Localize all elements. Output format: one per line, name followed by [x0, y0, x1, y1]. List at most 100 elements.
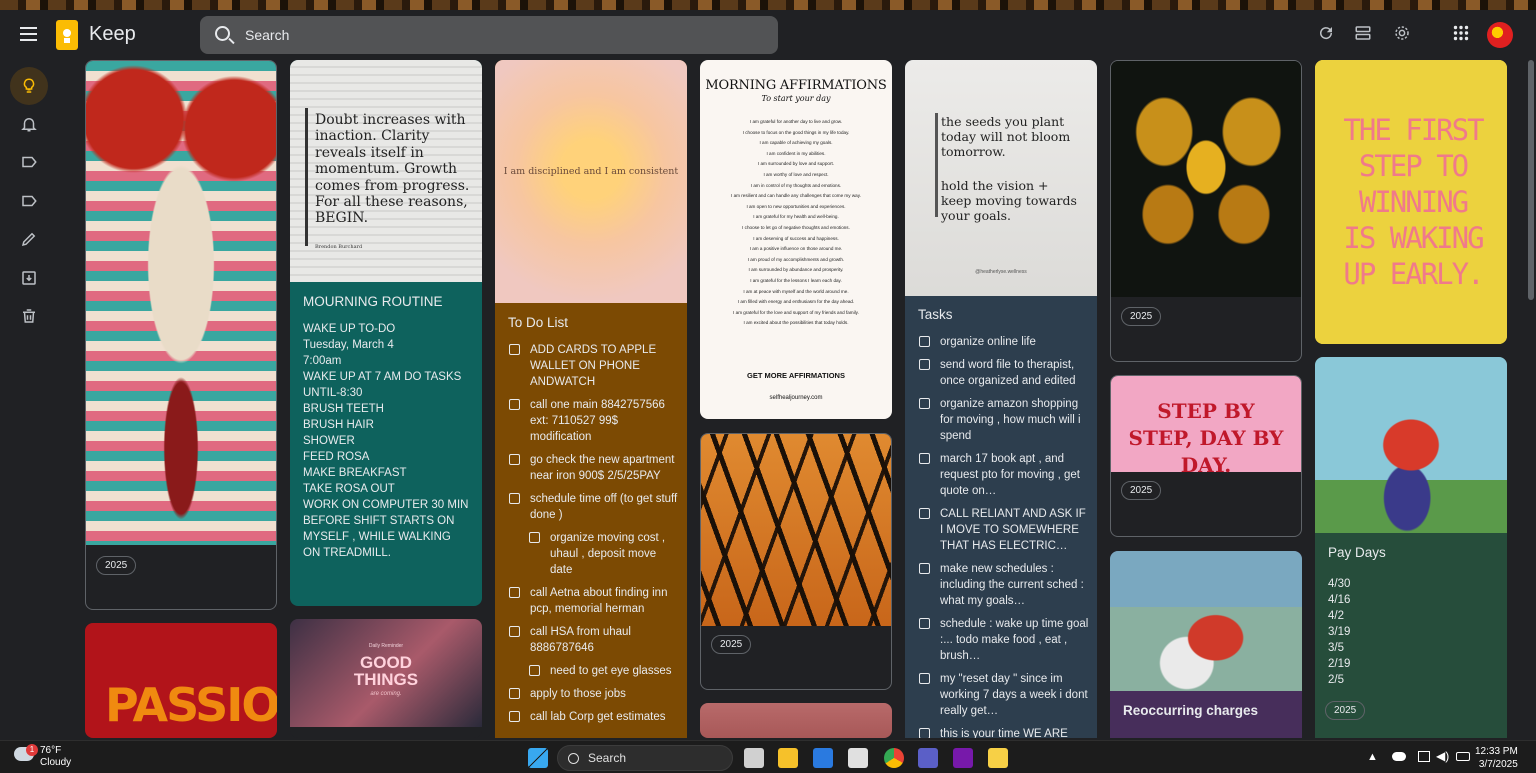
label-chip[interactable]: 2025	[1121, 481, 1162, 500]
checkbox[interactable]	[919, 398, 930, 409]
checkbox[interactable]	[509, 711, 520, 722]
checklist-item[interactable]: CALL RELIANT AND ASK IF I MOVE TO SOMEWH…	[913, 506, 1089, 554]
note-body: WAKE UP TO-DO Tuesday, March 4 7:00am WA…	[303, 323, 469, 559]
label-chip[interactable]: 2025	[1325, 701, 1366, 720]
note-card-todo-list[interactable]: I am disciplined and I am consistent To …	[495, 60, 687, 738]
checkbox[interactable]	[509, 344, 520, 355]
checklist-item[interactable]: call lab Corp get estimates	[503, 709, 679, 725]
affirmation-line: I am open to new opportunities and exper…	[746, 203, 846, 209]
checklist-item[interactable]: organize online life	[913, 334, 1089, 350]
label-chip[interactable]: 2025	[1121, 307, 1162, 326]
note-card-step-by-step[interactable]: STEP BY STEP, DAY BY DAY. 2025	[1110, 375, 1302, 537]
checkbox[interactable]	[919, 618, 930, 629]
checklist-item[interactable]: call HSA from uhaul 8886787646	[503, 624, 679, 656]
checkbox[interactable]	[919, 359, 930, 370]
checkbox[interactable]	[529, 532, 540, 543]
checklist-item[interactable]: my "reset day " since im working 7 days …	[913, 671, 1089, 719]
checkbox[interactable]	[509, 454, 520, 465]
checkbox[interactable]	[509, 626, 520, 637]
checkbox[interactable]	[509, 587, 520, 598]
sidebar-edit-labels-pencil-icon[interactable]	[10, 220, 48, 258]
refresh-icon[interactable]	[1315, 24, 1337, 46]
image-text: PASSION	[105, 678, 277, 732]
account-avatar[interactable]	[1487, 22, 1513, 48]
display-icon[interactable]	[1418, 751, 1430, 762]
checklist-item[interactable]: apply to those jobs	[503, 686, 679, 702]
sidebar-reminders-bell-icon[interactable]	[10, 105, 48, 143]
checkbox[interactable]	[919, 673, 930, 684]
checklist-item[interactable]: send word file to therapist, once organi…	[913, 357, 1089, 389]
note-card-morning-affirmations[interactable]: MORNING AFFIRMATIONS To start your day I…	[700, 60, 892, 419]
onedrive-cloud-icon[interactable]	[1392, 752, 1406, 761]
checklist-item[interactable]: schedule time off (to get stuff done )	[503, 491, 679, 523]
search-bar[interactable]	[200, 16, 778, 54]
google-apps-icon[interactable]	[1450, 24, 1472, 46]
note-card-image-mask[interactable]: 2025	[85, 60, 277, 610]
checkbox[interactable]	[919, 453, 930, 464]
taskbar-search[interactable]: Search	[557, 745, 733, 771]
search-icon[interactable]	[215, 26, 230, 41]
note-title: MOURNING ROUTINE	[303, 294, 443, 309]
search-input[interactable]	[245, 16, 745, 54]
sidebar-label-icon[interactable]	[10, 143, 48, 181]
checklist-item[interactable]: call Aetna about finding inn pcp, memori…	[503, 585, 679, 617]
checklist-item[interactable]: organize amazon shopping for moving , ho…	[913, 396, 1089, 444]
checklist-item[interactable]: ADD CARDS TO APPLE WALLET ON PHONE ANDWA…	[503, 342, 679, 390]
note-card-first-step[interactable]: THE FIRST STEP TO WINNING IS WAKING UP E…	[1315, 60, 1507, 344]
chevron-up-icon[interactable]: ▲	[1367, 751, 1378, 763]
checkbox[interactable]	[509, 399, 520, 410]
checklist-item[interactable]: go check the new apartment near iron 900…	[503, 452, 679, 484]
checklist: ADD CARDS TO APPLE WALLET ON PHONE ANDWA…	[495, 342, 687, 725]
note-card-passion[interactable]: PASSION	[85, 623, 277, 738]
checkbox[interactable]	[509, 493, 520, 504]
note-card-orchid[interactable]: 2025	[1110, 60, 1302, 362]
file-explorer-icon[interactable]	[778, 748, 798, 768]
affirmation-line: I am grateful for the love and support o…	[733, 309, 859, 315]
chrome-icon[interactable]	[884, 748, 904, 768]
sidebar-trash-icon[interactable]	[10, 297, 48, 335]
teams-icon[interactable]	[918, 748, 938, 768]
start-windows-icon[interactable]	[528, 748, 548, 768]
checklist-item[interactable]: make new schedules : including the curre…	[913, 561, 1089, 609]
list-view-icon[interactable]	[1352, 24, 1374, 46]
app-title[interactable]: Keep	[89, 23, 136, 46]
checklist-item[interactable]: this is your time WE ARE	[913, 726, 1089, 738]
weather-widget[interactable]: 76°F Cloudy	[40, 745, 71, 769]
checklist-item[interactable]: march 17 book apt , and request pto for …	[913, 451, 1089, 499]
note-card-mourning-routine[interactable]: Doubt increases with inaction. Clarity r…	[290, 60, 482, 606]
microsoft-store-icon[interactable]	[813, 748, 833, 768]
sticky-notes-icon[interactable]	[988, 748, 1008, 768]
label-chip[interactable]: 2025	[711, 635, 752, 654]
settings-gear-icon[interactable]	[1391, 24, 1413, 46]
checklist-item[interactable]: schedule : wake up time goal :... todo m…	[913, 616, 1089, 664]
onenote-icon[interactable]	[953, 748, 973, 768]
checkbox[interactable]	[919, 728, 930, 738]
note-card-reoccurring-charges[interactable]: Reoccurring charges	[1110, 551, 1302, 738]
label-chip[interactable]: 2025	[96, 556, 137, 575]
checkbox[interactable]	[919, 508, 930, 519]
note-card-tasks[interactable]: the seeds you plant today will not bloom…	[905, 60, 1097, 738]
battery-icon[interactable]	[1456, 752, 1470, 761]
task-view-icon[interactable]	[744, 748, 764, 768]
checkbox[interactable]	[919, 336, 930, 347]
volume-icon[interactable]: ◀)	[1436, 749, 1449, 763]
sidebar-archive-icon[interactable]	[10, 259, 48, 297]
note-card-pink-image[interactable]	[700, 703, 892, 738]
checkbox[interactable]	[529, 665, 540, 676]
snipping-tool-icon[interactable]	[848, 748, 868, 768]
note-card-tiger-print[interactable]: 2025	[700, 433, 892, 690]
note-card-pay-days[interactable]: Pay Days 4/30 4/16 4/2 3/19 3/5 2/19 2/5…	[1315, 357, 1507, 738]
checklist-item[interactable]: need to get eye glasses	[503, 663, 679, 679]
system-clock[interactable]: 12:33 PM 3/7/2025	[1475, 745, 1518, 771]
checklist-item-text: schedule : wake up time goal :... todo m…	[940, 618, 1089, 662]
sidebar-label-icon-2[interactable]	[10, 182, 48, 220]
checkbox[interactable]	[509, 688, 520, 699]
checkbox[interactable]	[919, 563, 930, 574]
main-menu-icon[interactable]	[20, 27, 37, 41]
checklist-item[interactable]: call one main 8842757566 ext: 7110527 99…	[503, 397, 679, 445]
scrollbar[interactable]	[1528, 60, 1534, 300]
sidebar-notes-lightbulb-icon[interactable]	[10, 67, 48, 105]
note-card-good-things[interactable]: Daily Reminder GOOD THINGS are coming.	[290, 619, 482, 738]
checklist-item[interactable]: organize moving cost , uhaul , deposit m…	[503, 530, 679, 578]
affirmation-line: I am in control of my thoughts and emoti…	[750, 182, 842, 188]
